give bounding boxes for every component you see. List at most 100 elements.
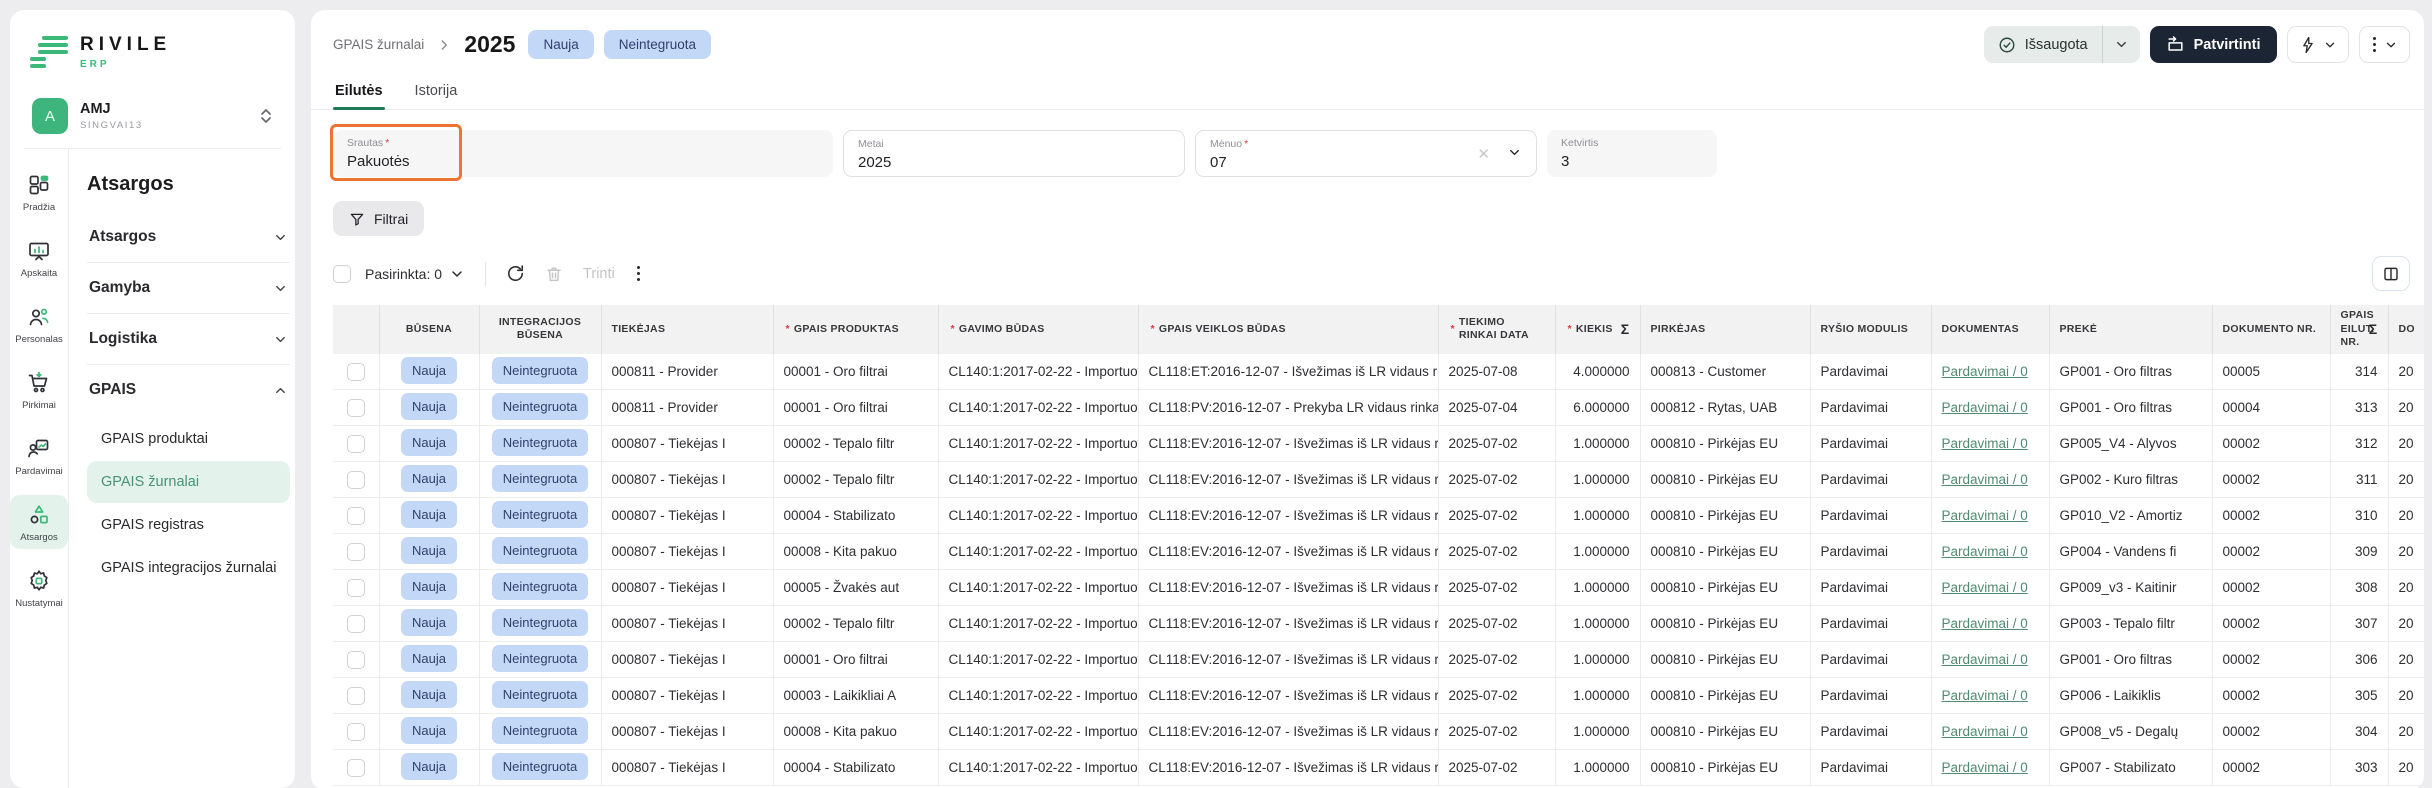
document-link[interactable]: Pardavimai / 0 [1942,436,2028,451]
tab-eilutės[interactable]: Eilutės [333,75,385,109]
status-badge: Nauja [401,501,457,528]
row-checkbox[interactable] [347,615,365,633]
cell-gavimo-budas: CL140:1:2017-02-22 - Importuot [938,750,1138,786]
document-link[interactable]: Pardavimai / 0 [1942,580,2028,595]
document-link[interactable]: Pardavimai / 0 [1942,472,2028,487]
rail-item-pirkimai[interactable]: Pirkimai [10,363,68,417]
sidebar-section-atsargos[interactable]: Atsargos [87,212,290,263]
cell-dokumentas: Pardavimai / 0 [1931,714,2049,750]
refresh-icon[interactable] [506,264,525,283]
document-link[interactable]: Pardavimai / 0 [1942,400,2028,415]
field-ketvirtis[interactable]: Ketvirtis3 [1547,130,1717,177]
sum-icon[interactable]: Σ [1621,320,1630,338]
field-label: Ketvirtis [1561,137,1703,149]
row-checkbox[interactable] [347,435,365,453]
status-badge: Nauja [401,717,457,744]
document-link[interactable]: Pardavimai / 0 [1942,724,2028,739]
field-mėnuo[interactable]: Mėnuo*07✕ [1195,130,1537,177]
field-metai[interactable]: Metai2025 [843,130,1185,177]
sidebar-item-gpais-registras[interactable]: GPAIS registras [87,504,290,546]
column-header-gpais-produktas[interactable]: *GPAIS PRODUKTAS [773,305,938,354]
cell-gpais-veiklos-budas: CL118:PV:2016-12-07 - Prekyba LR vidaus … [1138,390,1438,426]
sidebar-section-gamyba[interactable]: Gamyba [87,263,290,314]
sidebar-item-gpais-integracijos-žurnalai[interactable]: GPAIS integracijos žurnalai [87,547,290,589]
user-menu[interactable]: A AMJ SINGVAI13 [24,88,281,149]
delete-button-label[interactable]: Trinti [583,266,615,282]
column-header-select[interactable] [333,305,379,354]
column-header-gpais-veiklos-budas[interactable]: *GPAIS VEIKLOS BŪDAS [1138,305,1438,354]
document-link[interactable]: Pardavimai / 0 [1942,616,2028,631]
column-header-dokumento-nr[interactable]: DOKUMENTO NR. [2212,305,2330,354]
row-checkbox[interactable] [347,543,365,561]
section-label: Gamyba [89,279,150,297]
document-link[interactable]: Pardavimai / 0 [1942,364,2028,379]
section-items: GPAIS produktaiGPAIS žurnalaiGPAIS regis… [87,415,290,600]
rail-item-nustatymai[interactable]: Nustatymai [10,561,68,615]
more-actions-button[interactable] [2359,26,2411,63]
column-header-integracijos-busena[interactable]: INTEGRACIJOS BŪSENA [479,305,601,354]
row-checkbox[interactable] [347,471,365,489]
row-checkbox[interactable] [347,579,365,597]
column-header-tiekejas[interactable]: TIEKĖJAS [601,305,773,354]
confirm-button[interactable]: Patvirtinti [2150,26,2277,63]
document-link[interactable]: Pardavimai / 0 [1942,652,2028,667]
cell-select [333,498,379,534]
sidebar-section-logistika[interactable]: Logistika [87,314,290,365]
column-settings-button[interactable] [2372,256,2410,291]
sidebar-item-gpais-žurnalai[interactable]: GPAIS žurnalai [87,461,290,503]
chevron-down-icon [273,230,288,245]
status-badge: Neintegruota [492,465,588,492]
select-all-checkbox[interactable] [333,265,351,283]
filters-button[interactable]: Filtrai [333,201,424,236]
field-srautas[interactable]: Srautas*Pakuotės [333,130,833,177]
clear-icon[interactable]: ✕ [1477,145,1490,163]
sum-icon[interactable]: Σ [2369,320,2378,338]
rail-item-apskaita[interactable]: Apskaita [10,231,68,285]
row-checkbox[interactable] [347,507,365,525]
row-checkbox[interactable] [347,759,365,777]
row-checkbox[interactable] [347,399,365,417]
rail-item-pradzia[interactable]: Pradžia [10,165,68,219]
column-header-gavimo-budas[interactable]: *GAVIMO BŪDAS [938,305,1138,354]
cell-tiekimo-rinkai-data: 2025-07-04 [1438,390,1555,426]
column-header-busena[interactable]: BŪSENA [379,305,479,354]
saved-dropdown-chevron-icon[interactable] [2103,37,2140,52]
saved-split-button[interactable]: Išsaugota [1984,26,2140,63]
cell-busena: Nauja [379,750,479,786]
column-header-pirkejas[interactable]: PIRKĖJAS [1640,305,1810,354]
column-header-gpais-eilut-nr[interactable]: GPAIS EILUT. NR.Σ [2330,305,2388,354]
column-header-dokumentas[interactable]: DOKUMENTAS [1931,305,2049,354]
document-link[interactable]: Pardavimai / 0 [1942,544,2028,559]
toolbar-kebab-icon[interactable] [635,266,643,282]
column-header-dok-data[interactable]: DO [2388,305,2424,354]
table-toolbar: Pasirinkta: 0 Trinti [333,256,2424,291]
rail-item-personalas[interactable]: Personalas [10,297,68,351]
chevron-down-icon[interactable] [1507,145,1522,160]
trash-icon[interactable] [545,265,563,283]
cell-gavimo-budas: CL140:1:2017-02-22 - Importuot [938,714,1138,750]
row-checkbox[interactable] [347,687,365,705]
column-header-kiekis[interactable]: *KIEKISΣ [1555,305,1640,354]
sidebar-section-gpais[interactable]: GPAIS [87,365,290,415]
cell-select [333,642,379,678]
breadcrumb[interactable]: GPAIS žurnalai [333,37,424,52]
sidebar-item-gpais-produktai[interactable]: GPAIS produktai [87,418,290,460]
tab-istorija[interactable]: Istorija [413,75,460,109]
app-root: RIVILE ERP A AMJ SINGVAI13 PradžiaApskai… [0,0,2432,788]
status-badge: Neintegruota [492,501,588,528]
document-link[interactable]: Pardavimai / 0 [1942,760,2028,775]
column-header-preke[interactable]: PREKĖ [2049,305,2212,354]
document-link[interactable]: Pardavimai / 0 [1942,688,2028,703]
rail-item-pardavimai[interactable]: Pardavimai [10,429,68,483]
cell-integracijos-busena: Neintegruota [479,462,601,498]
document-link[interactable]: Pardavimai / 0 [1942,508,2028,523]
column-header-rysio-modulis[interactable]: RYŠIO MODULIS [1810,305,1931,354]
rail-item-atsargos[interactable]: Atsargos [10,495,68,549]
column-header-tiekimo-rinkai-data[interactable]: *TIEKIMO RINKAI DATA [1438,305,1555,354]
row-checkbox[interactable] [347,363,365,381]
selection-chevron-icon[interactable] [449,266,465,282]
row-checkbox[interactable] [347,651,365,669]
table-row: NaujaNeintegruota000807 - Tiekėjas I0000… [333,498,2424,534]
row-checkbox[interactable] [347,723,365,741]
quick-actions-button[interactable] [2287,26,2349,63]
